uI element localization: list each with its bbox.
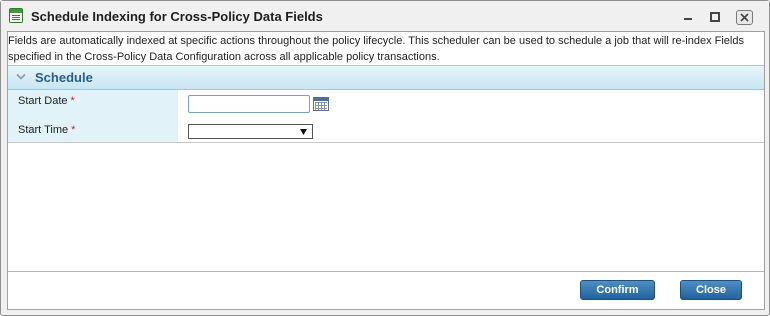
window-title: Schedule Indexing for Cross-Policy Data … <box>31 9 323 24</box>
description-text: Fields are automatically indexed at spec… <box>8 35 744 63</box>
section-title: Schedule <box>35 70 93 85</box>
close-icon[interactable] <box>736 10 753 25</box>
schedule-section-header[interactable]: Schedule <box>8 65 764 90</box>
close-button[interactable]: Close <box>680 280 742 300</box>
start-time-label-text: Start Time <box>18 124 69 136</box>
dialog-window: Schedule Indexing for Cross-Policy Data … <box>0 0 770 316</box>
start-date-input[interactable] <box>188 95 310 113</box>
minimize-icon[interactable] <box>681 9 695 23</box>
form-divider <box>8 142 764 143</box>
chevron-down-icon[interactable] <box>16 73 26 81</box>
calendar-icon[interactable] <box>313 97 329 111</box>
dropdown-arrow-icon <box>300 129 307 135</box>
document-list-icon <box>9 8 23 23</box>
required-marker: * <box>70 95 75 107</box>
start-time-select[interactable] <box>188 124 313 139</box>
start-date-label: Start Date * <box>18 95 75 107</box>
dialog-content: Fields are automatically indexed at spec… <box>7 31 765 310</box>
footer-divider <box>8 271 764 272</box>
maximize-icon[interactable] <box>707 9 721 23</box>
required-marker: * <box>71 124 76 136</box>
confirm-button[interactable]: Confirm <box>580 280 655 300</box>
start-date-label-text: Start Date <box>18 95 68 107</box>
title-bar[interactable]: Schedule Indexing for Cross-Policy Data … <box>1 1 769 31</box>
start-time-label: Start Time * <box>18 124 75 136</box>
